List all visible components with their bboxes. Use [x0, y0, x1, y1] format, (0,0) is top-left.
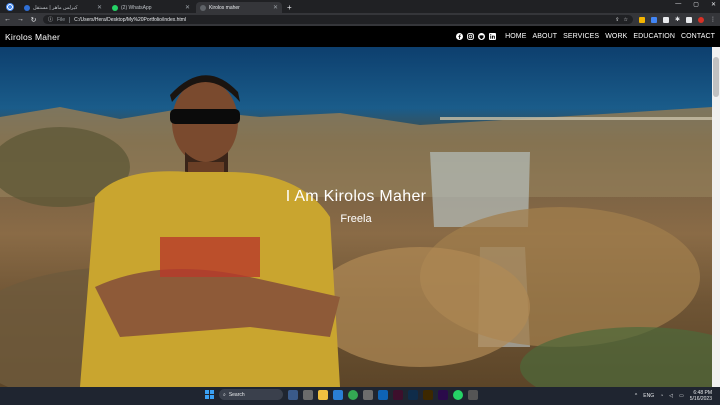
divider: [69, 16, 71, 23]
tab-freelancer[interactable]: كيرلس ماهر | مستقل ✕: [20, 2, 106, 13]
wifi-icon[interactable]: ◔: [660, 393, 663, 399]
chevron-up-icon[interactable]: ^: [635, 393, 637, 399]
chrome-icon: [6, 3, 14, 11]
store-icon[interactable]: [363, 389, 373, 400]
nav-services[interactable]: SERVICES: [563, 33, 599, 40]
favicon-icon: [24, 4, 30, 11]
whatsapp-icon: [112, 4, 118, 11]
info-icon[interactable]: ⓘ: [48, 16, 53, 23]
back-icon[interactable]: ←: [4, 16, 11, 23]
extension-icon[interactable]: [662, 16, 669, 23]
instagram-icon[interactable]: [467, 33, 474, 40]
close-window-icon[interactable]: ✕: [711, 1, 716, 8]
hero-subtitle: Freela: [340, 213, 372, 225]
windows-start-icon[interactable]: [205, 390, 214, 399]
extensions: ✱ ⋮: [638, 16, 716, 23]
edge-icon[interactable]: [333, 389, 343, 400]
scrollbar-thumb[interactable]: [713, 57, 719, 97]
sidepanel-icon[interactable]: [686, 16, 692, 23]
forward-icon[interactable]: →: [17, 16, 24, 23]
linkedin-icon[interactable]: [489, 33, 497, 40]
chrome-taskbar-icon[interactable]: [348, 389, 358, 400]
scheme-label: File: [57, 16, 66, 23]
extension-icon[interactable]: [650, 16, 657, 23]
nav-contact[interactable]: CONTACT: [681, 33, 715, 40]
browser-toolbar: ← → ↻ ⓘ File C:/Users/Hera/Desktop/My%20…: [0, 13, 720, 26]
tab-title: كيرلس ماهر | مستقل: [33, 4, 78, 11]
site-header: Kirolos Maher HOME ABOUT SERVICES WORK E…: [0, 26, 720, 47]
minimize-icon[interactable]: —: [675, 1, 681, 8]
taskbar-apps: ⌕ Search: [205, 389, 478, 400]
volume-icon[interactable]: ◁: [669, 393, 673, 399]
widgets-icon[interactable]: [303, 389, 313, 400]
clock-date: 5/16/2023: [689, 396, 712, 402]
new-tab-button[interactable]: +: [287, 3, 292, 12]
taskbar-search[interactable]: ⌕ Search: [219, 389, 283, 400]
nav-about[interactable]: ABOUT: [532, 33, 557, 40]
github-icon[interactable]: [478, 33, 486, 40]
profile-avatar-icon[interactable]: [698, 16, 704, 23]
puzzle-icon[interactable]: ✱: [675, 16, 680, 23]
reload-icon[interactable]: ↻: [30, 16, 37, 24]
address-bar[interactable]: ⓘ File C:/Users/Hera/Desktop/My%20Portfo…: [43, 15, 633, 24]
url-text[interactable]: C:/Users/Hera/Desktop/My%20Portfolio/ind…: [74, 17, 186, 23]
tab-close-icon[interactable]: ✕: [273, 4, 278, 11]
page-scrollbar[interactable]: [712, 47, 720, 387]
photoshop-icon[interactable]: [408, 389, 418, 400]
search-icon: ⌕: [223, 391, 226, 398]
clock[interactable]: 6:48 PM 5/16/2023: [690, 390, 712, 402]
browser-tab-bar: كيرلس ماهر | مستقل ✕ (2) WhatsApp ✕ Kiro…: [0, 0, 720, 13]
tab-title: (2) WhatsApp: [121, 4, 152, 11]
system-tray: ^ ENG ◔ ◁ ▭ 6:48 PM 5/16/2023: [635, 390, 712, 402]
tab-whatsapp[interactable]: (2) WhatsApp ✕: [108, 2, 194, 13]
illustrator-icon[interactable]: [423, 389, 433, 400]
globe-icon: [200, 4, 206, 11]
xd-icon[interactable]: [393, 389, 403, 400]
hero-section: I Am Kirolos Maher Freela: [0, 47, 712, 387]
search-placeholder: Search: [228, 391, 245, 398]
header-right: HOME ABOUT SERVICES WORK EDUCATION CONTA…: [456, 33, 715, 40]
site-brand[interactable]: Kirolos Maher: [5, 32, 60, 42]
nav-education[interactable]: EDUCATION: [633, 33, 675, 40]
tab-portfolio[interactable]: Kirolos maher ✕: [196, 2, 282, 13]
nav-work[interactable]: WORK: [605, 33, 627, 40]
facebook-icon[interactable]: [456, 33, 464, 40]
extension-icon[interactable]: [638, 16, 645, 23]
tab-title: Kirolos maher: [209, 4, 240, 11]
maximize-icon[interactable]: ▢: [693, 1, 699, 8]
hero-title: I Am Kirolos Maher: [285, 188, 427, 205]
menu-icon[interactable]: ⋮: [710, 16, 716, 23]
task-view-icon[interactable]: [288, 389, 298, 400]
whatsapp-taskbar-icon[interactable]: [453, 389, 463, 400]
tab-close-icon[interactable]: ✕: [185, 4, 190, 11]
premiere-icon[interactable]: [438, 389, 448, 400]
nav-home[interactable]: HOME: [505, 33, 526, 40]
battery-icon[interactable]: ▭: [679, 393, 684, 399]
app-icon[interactable]: [468, 389, 478, 400]
vscode-icon[interactable]: [378, 389, 388, 400]
bookmark-star-icon[interactable]: ☆: [623, 17, 627, 23]
share-icon[interactable]: ⇪: [615, 17, 619, 23]
language-indicator[interactable]: ENG: [643, 393, 654, 399]
file-explorer-icon[interactable]: [318, 389, 328, 400]
tab-close-icon[interactable]: ✕: [97, 4, 102, 11]
window-controls: — ▢ ✕: [675, 1, 716, 8]
windows-taskbar: ⌕ Search ^ ENG ◔ ◁ ▭ 6:48 PM 5/16/2023: [0, 387, 720, 405]
social-links: [456, 33, 497, 40]
